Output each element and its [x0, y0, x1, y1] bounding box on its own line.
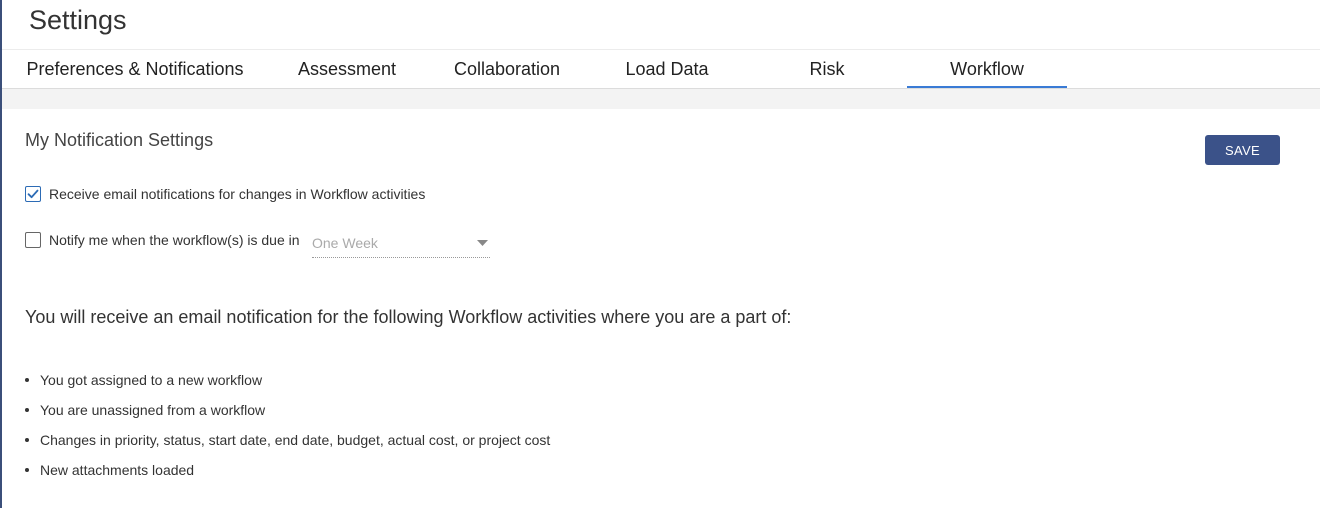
tab-load-data[interactable]: Load Data: [587, 50, 747, 88]
due-period-value: One Week: [312, 235, 378, 251]
list-item: Changes in priority, status, start date,…: [25, 425, 550, 455]
list-item-text: You are unassigned from a workflow: [40, 402, 266, 418]
tab-preferences-notifications[interactable]: Preferences & Notifications: [25, 50, 245, 88]
list-item: You are unassigned from a workflow: [25, 395, 550, 425]
bullet-icon: [25, 408, 29, 412]
due-notify-checkbox[interactable]: [25, 232, 41, 248]
save-button[interactable]: SAVE: [1205, 135, 1280, 165]
caret-down-icon: [477, 240, 488, 246]
due-notify-row: Notify me when the workflow(s) is due in: [25, 232, 300, 248]
activity-list: You got assigned to a new workflow You a…: [25, 365, 550, 485]
list-item: New attachments loaded: [25, 455, 550, 485]
bullet-icon: [25, 378, 29, 382]
email-changes-row: Receive email notifications for changes …: [25, 186, 425, 202]
tab-risk[interactable]: Risk: [747, 50, 907, 88]
due-period-select[interactable]: One Week: [312, 232, 490, 258]
list-item-text: Changes in priority, status, start date,…: [40, 432, 551, 448]
tab-collaboration[interactable]: Collaboration: [427, 50, 587, 88]
content-separator-band: [2, 89, 1320, 109]
email-changes-checkbox[interactable]: [25, 186, 41, 202]
due-notify-label: Notify me when the workflow(s) is due in: [49, 232, 300, 248]
list-item-text: You got assigned to a new workflow: [40, 372, 263, 388]
page-title: Settings: [29, 5, 127, 35]
notification-info-heading: You will receive an email notification f…: [25, 307, 792, 327]
bullet-icon: [25, 468, 29, 472]
tab-assessment[interactable]: Assessment: [278, 50, 416, 88]
section-title: My Notification Settings: [25, 130, 214, 150]
list-item: You got assigned to a new workflow: [25, 365, 550, 395]
tab-workflow[interactable]: Workflow: [907, 50, 1067, 88]
tab-bar: Preferences & Notifications Assessment C…: [2, 50, 1320, 89]
bullet-icon: [25, 438, 29, 442]
email-changes-label: Receive email notifications for changes …: [49, 186, 426, 202]
list-item-text: New attachments loaded: [40, 462, 195, 478]
check-icon: [27, 189, 39, 199]
